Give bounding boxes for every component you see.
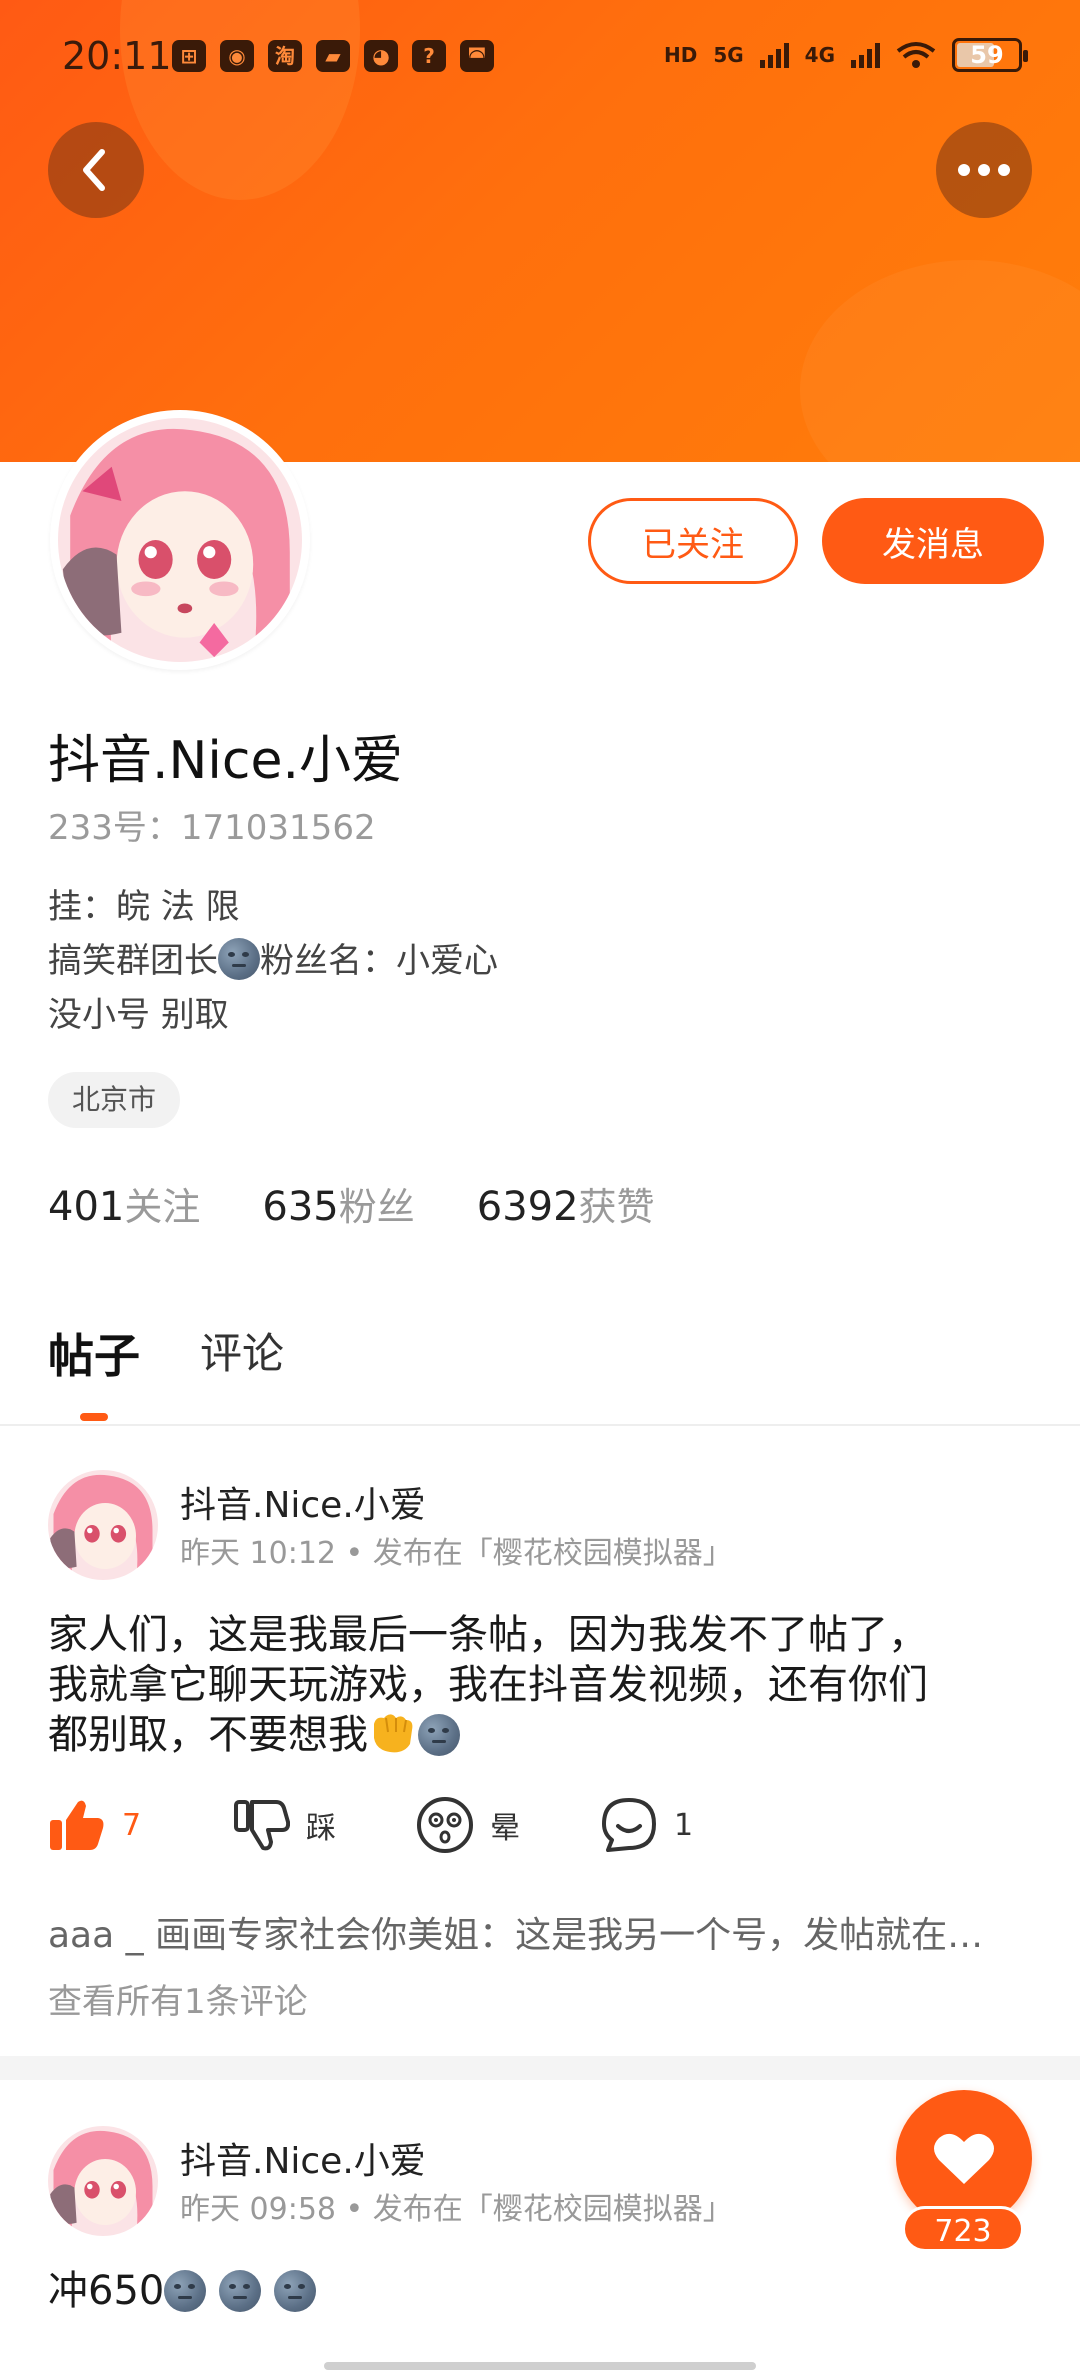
profile-avatar[interactable] <box>50 410 310 670</box>
view-all-comments-link[interactable]: 查看所有1条评论 <box>48 1974 308 2023</box>
dislike-button[interactable]: 踩 <box>232 1798 416 1852</box>
app7-icon: ◚ <box>460 40 494 72</box>
profile-name: 抖音.Nice.小爱 <box>48 731 403 791</box>
back-button[interactable] <box>48 122 144 218</box>
status-app-icons: ⊞ ◉ 淘 ▰ ◕ ? ◚ <box>172 40 494 72</box>
dizzy-face-icon <box>417 1797 473 1853</box>
bio-text: 粉丝名：小爱心 <box>260 941 498 981</box>
signal-5g-label: 5G <box>713 43 744 67</box>
wifi-icon <box>896 42 936 68</box>
home-indicator <box>324 2362 756 2370</box>
like-button[interactable]: 7 <box>48 1798 232 1852</box>
post-text-line: 我就拿它聊天玩游戏，我在抖音发视频，还有你们 <box>48 1662 928 1708</box>
moon-face-emoji-icon <box>219 2270 262 2312</box>
post-separator <box>0 2056 1080 2080</box>
likes-count: 6392 <box>476 1184 579 1230</box>
more-button[interactable] <box>936 122 1032 218</box>
fans-stat[interactable]: 635粉丝 <box>262 1176 414 1231</box>
app1-icon: ⊞ <box>172 40 206 72</box>
post-text-line: 都别取，不要想我 <box>48 1710 1038 1760</box>
comment-preview[interactable]: aaa _ 画画专家社会你美姐：这是我另一个号，发帖就在… <box>48 1906 1038 1958</box>
avatar-image <box>58 418 302 662</box>
bio-line: 搞笑群团长 粉丝名：小爱心 <box>48 934 498 988</box>
signal-icon <box>851 42 880 68</box>
status-indicators: HD 5G 4G 59 <box>663 38 1028 72</box>
floating-like-count: 723 <box>902 2206 1024 2252</box>
tab-comments[interactable]: 评论 <box>200 1320 284 1386</box>
following-count: 401 <box>48 1184 125 1230</box>
comment-count: 1 <box>674 1807 694 1843</box>
profile-stats: 401关注 635粉丝 6392获赞 <box>48 1176 655 1231</box>
bio-text: 搞笑群团长 <box>48 941 218 981</box>
post-text: 都别取，不要想我 <box>48 1712 368 1758</box>
likes-label: 获赞 <box>578 1185 655 1229</box>
dislike-label: 踩 <box>306 1811 336 1846</box>
bio-line: 没小号 别取 <box>48 995 229 1035</box>
fans-label: 粉丝 <box>338 1185 415 1229</box>
status-bar: 20:11 ⊞ ◉ 淘 ▰ ◕ ? ◚ HD 5G 4G 59 <box>0 0 1080 118</box>
post-author-name[interactable]: 抖音.Nice.小爱 <box>180 2132 426 2184</box>
post-author-name[interactable]: 抖音.Nice.小爱 <box>180 1476 426 1528</box>
tab-active-indicator <box>80 1413 108 1421</box>
bio-line: 挂：皖 法 限 <box>48 887 240 927</box>
status-time: 20:11 <box>62 34 172 78</box>
location-tag[interactable]: 北京市 <box>48 1072 181 1128</box>
dizzy-label: 晕 <box>490 1811 520 1846</box>
battery-icon: 59 <box>952 38 1028 72</box>
book-icon: ▰ <box>316 40 350 72</box>
post-text-line: 家人们，这是我最后一条帖，因为我发不了帖了， <box>48 1612 928 1658</box>
chevron-left-icon <box>83 149 105 191</box>
thumbs-up-icon <box>50 1800 104 1850</box>
divider <box>0 1424 1080 1426</box>
comment-button[interactable]: 1 <box>600 1796 784 1854</box>
post-content: 家人们，这是我最后一条帖，因为我发不了帖了， 我就拿它聊天玩游戏，我在抖音发视频… <box>48 1610 1038 1760</box>
question-icon: ? <box>412 40 446 72</box>
weibo-icon: ◉ <box>220 40 254 72</box>
like-count: 7 <box>122 1807 142 1843</box>
fist-emoji-icon <box>374 1714 413 1753</box>
profile-id: 233号：171031562 <box>48 808 376 848</box>
likes-stat: 6392获赞 <box>477 1176 655 1231</box>
moon-face-emoji-icon <box>273 2270 316 2312</box>
banner-decoration <box>800 260 1080 462</box>
dizzy-button[interactable]: 晕 <box>416 1796 600 1854</box>
following-button[interactable]: 已关注 <box>588 498 798 584</box>
moon-face-emoji-icon <box>164 2270 207 2312</box>
post-content: 冲650 <box>48 2266 1038 2316</box>
post-text: 冲650 <box>48 2268 165 2314</box>
comment-bubble-icon <box>602 1798 656 1852</box>
thumbs-down-icon <box>234 1800 290 1851</box>
post-meta: 昨天 09:58 • 发布在「樱花校园模拟器」 <box>180 2192 733 2227</box>
fans-count: 635 <box>262 1184 339 1230</box>
post-actions: 7 踩 晕 1 <box>48 1796 784 1854</box>
profile-tabs: 帖子 评论 <box>48 1320 284 1386</box>
signal-icon <box>759 42 789 68</box>
post-meta: 昨天 10:12 • 发布在「樱花校园模拟器」 <box>180 1536 733 1571</box>
moon-face-emoji-icon <box>218 938 260 980</box>
moon-face-emoji-icon <box>418 1714 460 1756</box>
more-horizontal-icon <box>958 164 1010 176</box>
post-author-avatar[interactable] <box>48 2126 158 2236</box>
send-message-button[interactable]: 发消息 <box>822 498 1044 584</box>
post-author-avatar[interactable] <box>48 1470 158 1580</box>
hd-label: HD <box>663 43 698 67</box>
heart-icon <box>934 2133 994 2184</box>
app5-icon: ◕ <box>364 40 398 72</box>
signal-4g-label: 4G <box>804 43 835 67</box>
tab-posts[interactable]: 帖子 <box>48 1320 140 1386</box>
following-stat[interactable]: 401关注 <box>48 1176 200 1231</box>
battery-level: 59 <box>970 41 1004 69</box>
profile-banner: 20:11 ⊞ ◉ 淘 ▰ ◕ ? ◚ HD 5G 4G 59 <box>0 0 1080 462</box>
taobao-icon: 淘 <box>268 40 302 72</box>
profile-bio: 挂：皖 法 限 搞笑群团长 粉丝名：小爱心 没小号 别取 <box>48 880 498 1042</box>
following-label: 关注 <box>124 1185 201 1229</box>
